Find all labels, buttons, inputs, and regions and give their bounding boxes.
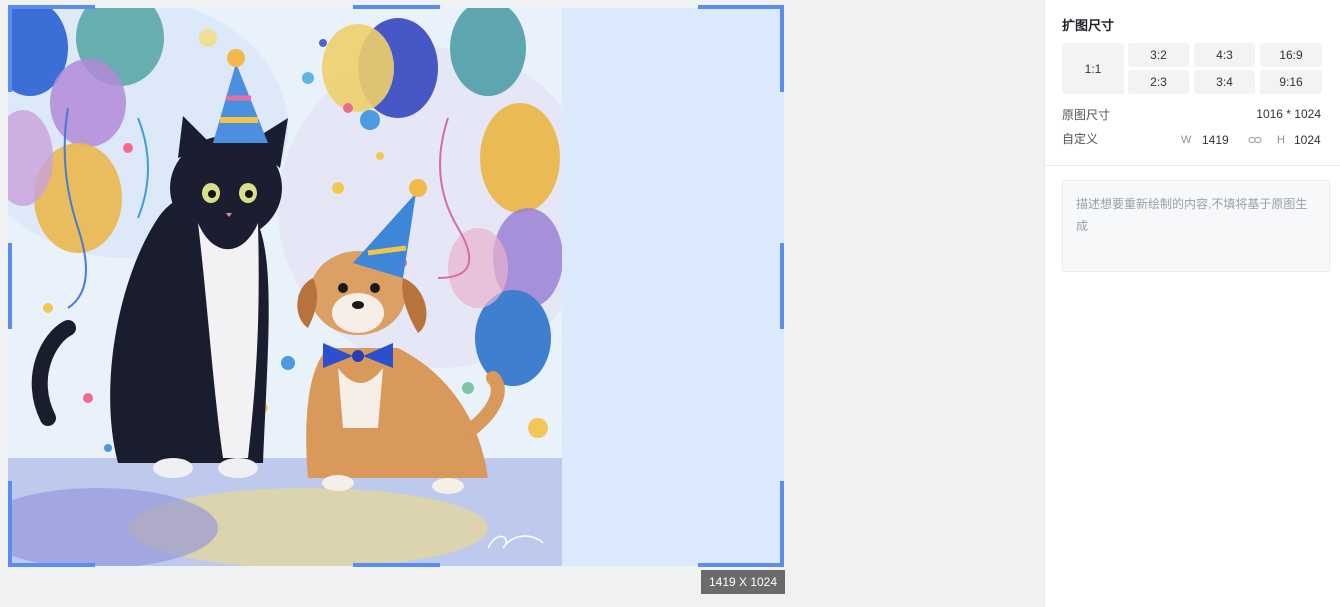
source-image: [8, 8, 562, 566]
ratio-button-3-2[interactable]: 3:2: [1128, 43, 1189, 67]
ratio-button-1-1[interactable]: 1:1: [1062, 43, 1124, 94]
ratio-button-16-9[interactable]: 16:9: [1260, 43, 1322, 67]
size-badge: 1419 X 1024: [701, 570, 785, 594]
expand-frame[interactable]: [8, 8, 784, 566]
custom-size-label: 自定义: [1062, 132, 1099, 146]
original-size-value: 1016 * 1024: [1256, 107, 1321, 121]
handle-bottom-left-h[interactable]: [8, 563, 95, 567]
ratio-button-9-16[interactable]: 9:16: [1260, 70, 1322, 94]
handle-top-left-v[interactable]: [8, 5, 12, 92]
handle-left-mid[interactable]: [8, 243, 12, 329]
ratio-button-2-3[interactable]: 2:3: [1128, 70, 1189, 94]
width-label: W: [1181, 134, 1192, 146]
link-icon[interactable]: [1248, 133, 1262, 145]
handle-bottom-mid[interactable]: [353, 563, 440, 567]
handle-right-mid[interactable]: [780, 243, 784, 329]
handle-bottom-left-v[interactable]: [8, 481, 12, 567]
ratio-button-4-3[interactable]: 4:3: [1194, 43, 1255, 67]
original-size-label: 原图尺寸: [1062, 108, 1111, 122]
width-input[interactable]: 1419: [1202, 133, 1229, 147]
height-input[interactable]: 1024: [1294, 133, 1321, 147]
handle-top-mid[interactable]: [353, 5, 440, 9]
handle-top-right-v[interactable]: [780, 5, 784, 92]
handle-bottom-right-v[interactable]: [780, 481, 784, 567]
canvas-area: 1419 X 1024: [0, 0, 1044, 607]
handle-top-left-h[interactable]: [8, 5, 95, 9]
settings-panel: 扩图尺寸 1:1 3:2 4:3 16:9 2:3 3:4 9:16 原图尺寸 …: [1044, 0, 1340, 607]
panel-divider: [1045, 165, 1340, 166]
handle-bottom-right-h[interactable]: [698, 563, 784, 567]
height-label: H: [1277, 134, 1285, 146]
handle-top-right-h[interactable]: [698, 5, 784, 9]
prompt-textarea[interactable]: 描述想要重新绘制的内容,不填将基于原图生成: [1062, 180, 1330, 272]
panel-title: 扩图尺寸: [1062, 18, 1115, 33]
ratio-button-3-4[interactable]: 3:4: [1194, 70, 1255, 94]
